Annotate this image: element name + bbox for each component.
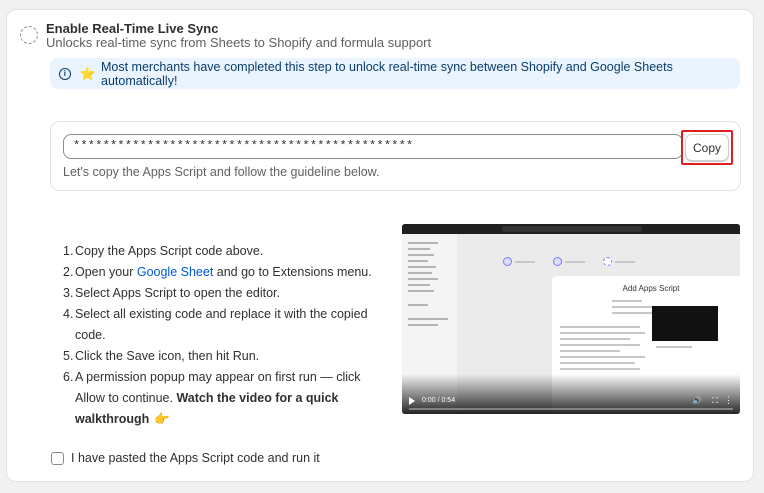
pointing-hand-icon: 👉 bbox=[154, 412, 170, 426]
instruction-text: Copy the Apps Script code above. bbox=[75, 241, 383, 262]
video-browser-bar bbox=[402, 224, 740, 234]
instruction-number: 3. bbox=[63, 286, 74, 300]
step-title: Enable Real-Time Live Sync bbox=[46, 21, 219, 36]
fullscreen-icon[interactable]: ⛶ bbox=[712, 396, 718, 406]
instruction-text: A permission popup may appear on first r… bbox=[75, 367, 383, 430]
google-sheet-link[interactable]: Google Sheet bbox=[137, 265, 213, 279]
instruction-number: 5. bbox=[63, 349, 74, 363]
instruction-item: 6. A permission popup may appear on first… bbox=[63, 367, 383, 430]
confirm-label: I have pasted the Apps Script code and r… bbox=[71, 451, 320, 465]
instruction-list: 1. Copy the Apps Script code above. 2. Open… bbox=[63, 241, 383, 430]
instruction-text-part: Select all existing code and replace it … bbox=[75, 307, 368, 342]
instruction-text: Select all existing code and replace it … bbox=[75, 304, 383, 346]
copy-button[interactable]: Copy bbox=[685, 134, 729, 161]
banner-text: Most merchants have completed this step … bbox=[101, 59, 673, 88]
instruction-text: Click the Save icon, then hit Run. bbox=[75, 346, 383, 367]
script-help-text: Let's copy the Apps Script and follow th… bbox=[63, 165, 380, 179]
instruction-item: 5. Click the Save icon, then hit Run. bbox=[63, 346, 383, 367]
instruction-text-part: Copy the Apps Script code above. bbox=[75, 244, 264, 258]
instruction-number: 6. bbox=[63, 370, 74, 384]
instruction-item: 1. Copy the Apps Script code above. bbox=[63, 241, 383, 262]
info-icon: i bbox=[59, 67, 71, 80]
instruction-item: 4. Select all existing code and replace i… bbox=[63, 304, 383, 346]
video-inner-thumbnail bbox=[652, 306, 718, 341]
instruction-number: 2. bbox=[63, 265, 74, 279]
apps-script-field[interactable]: ****************************************… bbox=[63, 134, 683, 159]
star-icon: ⭐ bbox=[79, 65, 96, 81]
instruction-text-part: Select Apps Script to open the editor. bbox=[75, 286, 280, 300]
info-banner: i ⭐ Most merchants have completed this s… bbox=[50, 58, 740, 89]
confirm-checkbox[interactable] bbox=[51, 451, 64, 465]
video-progress-bar[interactable] bbox=[409, 408, 733, 410]
copy-button-highlight: Copy bbox=[681, 130, 733, 165]
video-time: 0:00 / 0:54 bbox=[422, 397, 456, 404]
play-icon[interactable] bbox=[409, 397, 415, 405]
video-heading: Add Apps Script bbox=[622, 284, 680, 293]
instruction-text: Open your Google Sheet and go to Extensi… bbox=[75, 262, 383, 283]
instruction-item: 3. Select Apps Script to open the editor. bbox=[63, 283, 383, 304]
step-subtitle: Unlocks real-time sync from Sheets to Sh… bbox=[46, 35, 432, 50]
confirm-checkbox-row[interactable]: I have pasted the Apps Script code and r… bbox=[51, 451, 320, 465]
volume-icon[interactable]: 🔊 bbox=[692, 396, 702, 405]
more-options-icon[interactable]: ⋮ bbox=[724, 395, 733, 406]
sync-step-card: Enable Real-Time Live Sync Unlocks real-… bbox=[6, 9, 754, 482]
instruction-number: 4. bbox=[63, 307, 74, 321]
walkthrough-video[interactable]: Add Apps Script 0:00 / 0:54 🔊 ⛶ ⋮ bbox=[402, 224, 740, 414]
step-status-circle-icon[interactable] bbox=[20, 26, 38, 44]
instruction-text-part: Click the Save icon, then hit Run. bbox=[75, 349, 260, 363]
apps-script-box: ****************************************… bbox=[50, 121, 741, 191]
instruction-text: Select Apps Script to open the editor. bbox=[75, 283, 383, 304]
video-controls: 0:00 / 0:54 🔊 ⛶ ⋮ bbox=[402, 392, 740, 414]
instruction-text-part: Open your bbox=[75, 265, 137, 279]
instruction-number: 1. bbox=[63, 244, 74, 258]
instruction-text-part: and go to Extensions menu. bbox=[213, 265, 372, 279]
instruction-item: 2. Open your Google Sheet and go to Exten… bbox=[63, 262, 383, 283]
